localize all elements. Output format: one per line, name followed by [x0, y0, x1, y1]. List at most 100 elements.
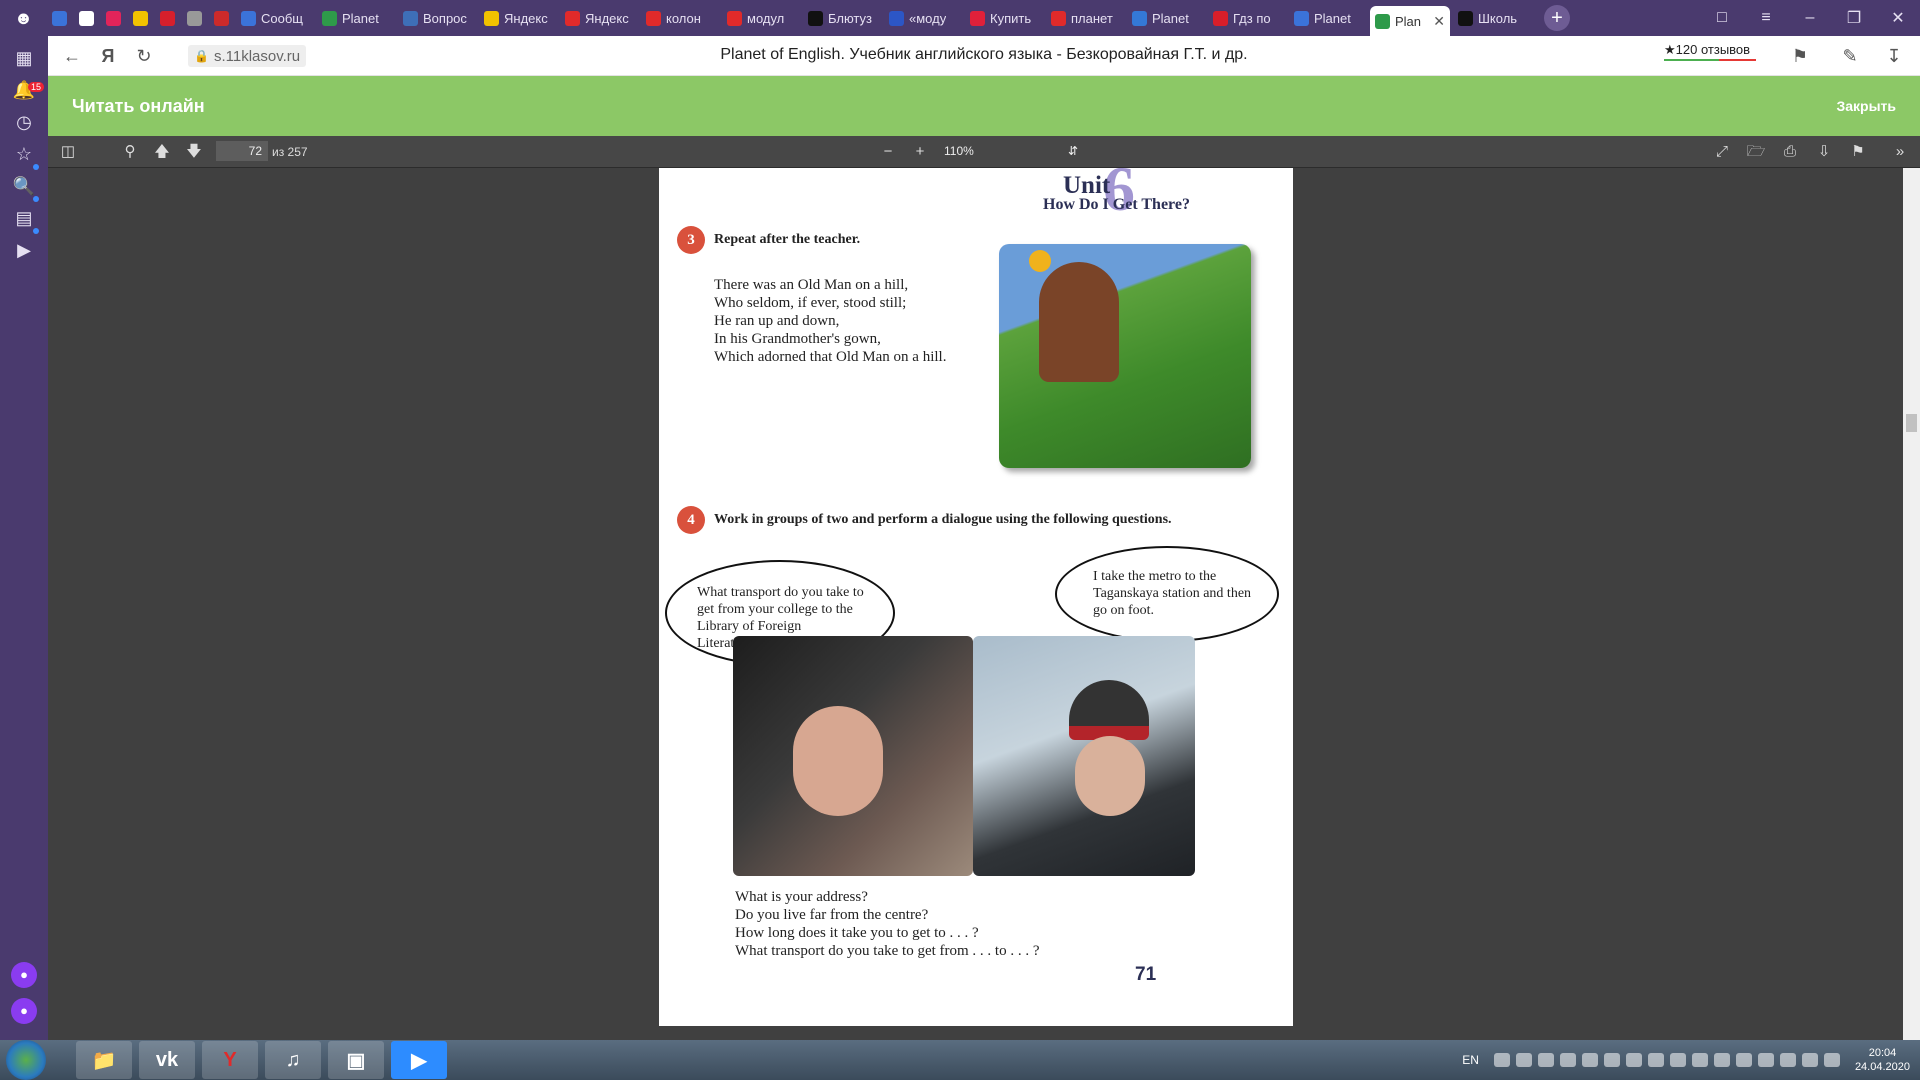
browser-tab[interactable]: модул [722, 4, 800, 32]
steam-icon[interactable] [1625, 1053, 1642, 1067]
tray-app-icon[interactable] [1735, 1053, 1752, 1067]
tray-app-icon[interactable] [1713, 1053, 1730, 1067]
flag-icon[interactable] [1757, 1053, 1774, 1067]
tab-active[interactable]: Plan ✕ [1370, 6, 1450, 36]
start-button[interactable] [6, 1040, 46, 1080]
clock[interactable]: 20:04 24.04.2020 [1855, 1046, 1910, 1074]
tray-app-icon[interactable] [1537, 1053, 1554, 1067]
file-explorer-icon[interactable]: 📁 [76, 1041, 132, 1079]
browser-tab[interactable]: планет [1046, 4, 1124, 32]
tab-label: Яндекс [504, 10, 548, 26]
reload-icon[interactable]: ↻ [132, 44, 156, 68]
minimize-button[interactable]: – [1788, 9, 1832, 27]
notifications-badge: 15 [28, 82, 45, 92]
download-icon[interactable]: ⇩ [1814, 142, 1834, 162]
close-window-button[interactable]: ✕ [1876, 8, 1920, 28]
bookmarks-icon[interactable]: □ [1700, 9, 1744, 27]
vertical-scrollbar[interactable] [1903, 168, 1920, 1040]
browser-tab[interactable]: Купить [965, 4, 1043, 32]
assistant-icon[interactable]: ● [11, 998, 37, 1024]
tab-label: Школь [1478, 10, 1518, 26]
browser-tab[interactable]: Planet [1127, 4, 1205, 32]
zoom-app-icon[interactable]: ▶ [391, 1041, 447, 1079]
browser-tab[interactable]: колон [641, 4, 719, 32]
history-icon[interactable]: ◷ [12, 110, 36, 134]
notification-dot [33, 228, 39, 234]
media-player-icon[interactable]: ♫ [265, 1041, 321, 1079]
browser-tab[interactable]: «моду [884, 4, 962, 32]
google-icon [79, 10, 94, 26]
maximize-button[interactable]: ❐ [1832, 8, 1876, 28]
reviews-link[interactable]: ★120 отзывов [1664, 42, 1750, 58]
network-icon[interactable] [1515, 1053, 1532, 1067]
poem-line: In his Grandmother's gown, [714, 331, 881, 347]
connection-icon[interactable] [1823, 1053, 1840, 1067]
browser-tab[interactable]: Блютуз [803, 4, 881, 32]
bookmark-icon[interactable]: ⚑ [1788, 44, 1812, 68]
back-icon[interactable]: ← [60, 44, 84, 68]
search-doc-icon[interactable]: 🔍 [12, 174, 36, 198]
tray-app-icon[interactable] [1647, 1053, 1664, 1067]
sidebar-toggle-icon[interactable]: ◫ [58, 142, 78, 162]
browser-tab[interactable]: Planet [1289, 4, 1367, 32]
close-tab-icon[interactable]: ✕ [1433, 13, 1445, 30]
fullscreen-icon[interactable]: ⤢ [1712, 142, 1732, 162]
photos-icon[interactable]: ▣ [328, 1041, 384, 1079]
vk-icon[interactable]: vk [139, 1041, 195, 1079]
more-tools-icon[interactable]: » [1890, 142, 1910, 162]
pdf-viewer[interactable]: 6 Unit How Do I Get There? 3 Repeat afte… [48, 168, 1920, 1040]
alice-icon[interactable]: ● [11, 962, 37, 988]
collections-icon[interactable]: ▤ [12, 206, 36, 230]
profile-icon[interactable]: ☻ [0, 0, 47, 36]
favorites-icon[interactable]: ☆ [12, 142, 36, 166]
page-number-input[interactable] [216, 141, 268, 161]
browser-tab[interactable] [155, 4, 179, 32]
browser-tab[interactable] [101, 4, 125, 32]
previous-page-icon[interactable]: 🡅 [152, 142, 172, 162]
bookmark-icon[interactable]: ⚑ [1848, 142, 1868, 162]
zoom-out-button[interactable]: − [878, 142, 898, 162]
tray-app-icon[interactable] [1603, 1053, 1620, 1067]
browser-tab[interactable]: Школь [1453, 4, 1531, 32]
browser-tab[interactable] [128, 4, 152, 32]
browser-tab[interactable]: Сообщ [236, 4, 314, 32]
language-indicator[interactable]: EN [1462, 1053, 1479, 1067]
yandex-browser-icon[interactable]: Y [202, 1041, 258, 1079]
zoom-in-button[interactable]: + [910, 142, 930, 162]
yandex-icon[interactable]: Я [96, 44, 120, 68]
open-file-icon[interactable]: 🗁 [1746, 142, 1766, 162]
next-page-icon[interactable]: 🡇 [184, 142, 204, 162]
browser-tab[interactable]: Яндекс [479, 4, 557, 32]
ivi-icon [106, 10, 121, 26]
tray-app-icon[interactable] [1559, 1053, 1576, 1067]
scrollbar-thumb[interactable] [1906, 414, 1917, 432]
browser-tab[interactable]: Вопрос [398, 4, 476, 32]
browser-tab[interactable] [47, 4, 71, 32]
print-icon[interactable]: ⎙ [1780, 142, 1800, 162]
volume-icon[interactable] [1801, 1053, 1818, 1067]
zoom-select[interactable]: 110% ⇵ [936, 141, 1086, 161]
downloads-icon[interactable]: ↧ [1882, 44, 1906, 68]
tray-app-icon[interactable] [1669, 1053, 1686, 1067]
help-icon[interactable] [1493, 1053, 1510, 1067]
tray-app-icon[interactable] [1691, 1053, 1708, 1067]
browser-tab[interactable] [209, 4, 233, 32]
browser-tab[interactable]: Яндекс [560, 4, 638, 32]
new-tab-button[interactable]: + [1544, 5, 1570, 31]
tray-app-icon[interactable] [1581, 1053, 1598, 1067]
browser-tab[interactable] [74, 4, 98, 32]
menu-icon[interactable]: ≡ [1744, 9, 1788, 27]
browser-tab[interactable] [182, 4, 206, 32]
pdf-toolbar: ◫ ⚲ 🡅 🡇 из 257 − + 110% ⇵ ⤢ 🗁 ⎙ ⇩ ⚑ » [48, 136, 1920, 168]
close-reader-link[interactable]: Закрыть [1836, 98, 1896, 114]
browser-tab[interactable]: Planet [317, 4, 395, 32]
video-icon[interactable]: ▶ [12, 238, 36, 262]
url-field[interactable]: 🔒 s.11klasov.ru [188, 45, 307, 67]
tab-label: колон [666, 10, 701, 26]
site-favicon-icon [970, 10, 985, 26]
display-icon[interactable] [1779, 1053, 1796, 1067]
search-icon[interactable]: ⚲ [120, 142, 140, 162]
browser-tab[interactable]: Гдз по [1208, 4, 1286, 32]
apps-grid-icon[interactable]: ▦ [12, 46, 36, 70]
translate-icon[interactable]: ✎ [1838, 44, 1862, 68]
